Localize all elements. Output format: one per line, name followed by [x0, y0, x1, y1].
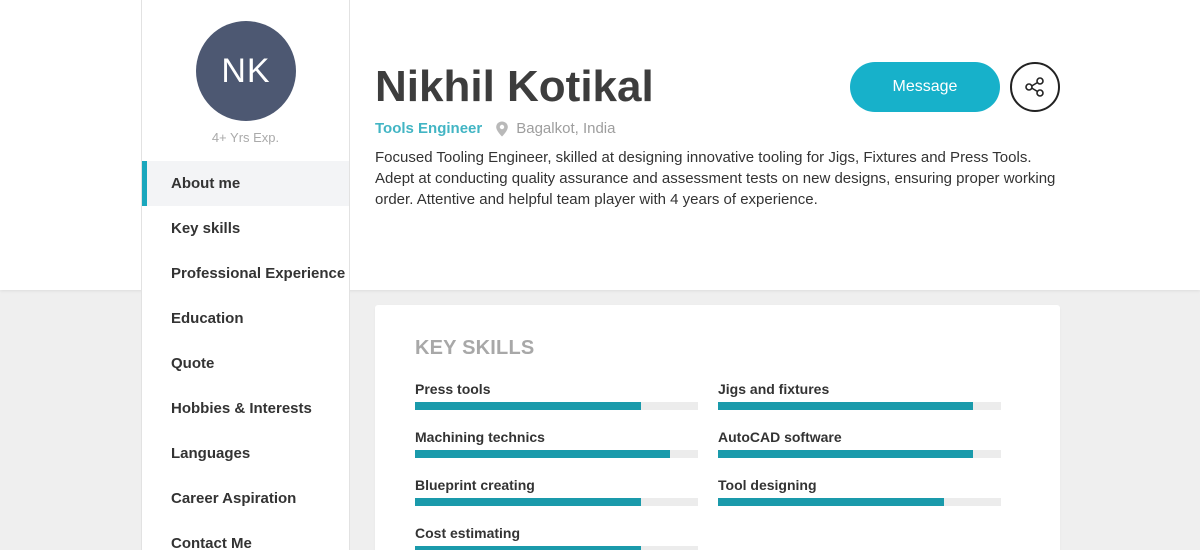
skill-bar-fill [415, 450, 670, 458]
skill-item: Tool designing [718, 476, 1001, 506]
skill-bar-track [415, 546, 698, 550]
profile-subline: Tools Engineer Bagalkot, India [375, 120, 615, 137]
skill-item: Press tools [415, 380, 698, 410]
skill-bar-track [415, 450, 698, 458]
skill-bar-fill [415, 546, 642, 550]
share-button[interactable] [1010, 62, 1060, 112]
sidebar-item-career-aspiration[interactable]: Career Aspiration [142, 476, 349, 521]
sidebar-item-contact-me[interactable]: Contact Me [142, 521, 349, 550]
skill-bar-track [718, 450, 1001, 458]
avatar: NK [196, 21, 296, 121]
skill-name: AutoCAD software [718, 429, 842, 445]
skill-item: Machining technics [415, 428, 698, 458]
avatar-initials: NK [221, 51, 271, 90]
profile-bio: Focused Tooling Engineer, skilled at des… [375, 149, 1056, 208]
key-skills-title: KEY SKILLS [415, 337, 535, 359]
skill-item: Jigs and fixtures [718, 380, 1001, 410]
skill-bar-track [415, 498, 698, 506]
sidebar-item-languages[interactable]: Languages [142, 431, 349, 476]
skill-bar-fill [718, 498, 945, 506]
sidebar-nav: About me Key skills Professional Experie… [142, 161, 349, 550]
skill-bar-track [415, 402, 698, 410]
skill-item: Cost estimating [415, 524, 698, 550]
skill-bar-fill [718, 402, 973, 410]
sidebar-item-hobbies-interests[interactable]: Hobbies & Interests [142, 386, 349, 431]
share-icon [1025, 77, 1044, 97]
key-skills-card: KEY SKILLS Press tools Jigs and fixtures M… [375, 305, 1060, 550]
skill-name: Press tools [415, 381, 491, 397]
skill-name: Cost estimating [415, 525, 521, 541]
sidebar-item-quote[interactable]: Quote [142, 341, 349, 386]
message-button[interactable]: Message [850, 62, 1000, 112]
location-pin-icon [496, 121, 509, 136]
sidebar-item-professional-experience[interactable]: Professional Experience [142, 251, 349, 296]
skill-bar-fill [718, 450, 973, 458]
skill-bar-track [718, 498, 1001, 506]
skill-name: Blueprint creating [415, 477, 535, 493]
sidebar-item-about-me[interactable]: About me [142, 161, 349, 206]
sidebar: NK 4+ Yrs Exp. About me Key skills Profe… [141, 0, 350, 550]
job-title: Tools Engineer [375, 120, 483, 137]
profile-name: Nikhil Kotikal [375, 62, 654, 111]
skill-item: AutoCAD software [718, 428, 1001, 458]
skill-bar-track [718, 402, 1001, 410]
skill-item: Blueprint creating [415, 476, 698, 506]
skill-name: Tool designing [718, 477, 817, 493]
skill-bar-fill [415, 402, 642, 410]
skill-name: Jigs and fixtures [718, 381, 830, 397]
experience-label: 4+ Yrs Exp. [211, 130, 280, 145]
location-text: Bagalkot, India [516, 120, 616, 137]
sidebar-item-education[interactable]: Education [142, 296, 349, 341]
sidebar-item-key-skills[interactable]: Key skills [142, 206, 349, 251]
skill-bar-fill [415, 498, 642, 506]
skill-name: Machining technics [415, 429, 545, 445]
